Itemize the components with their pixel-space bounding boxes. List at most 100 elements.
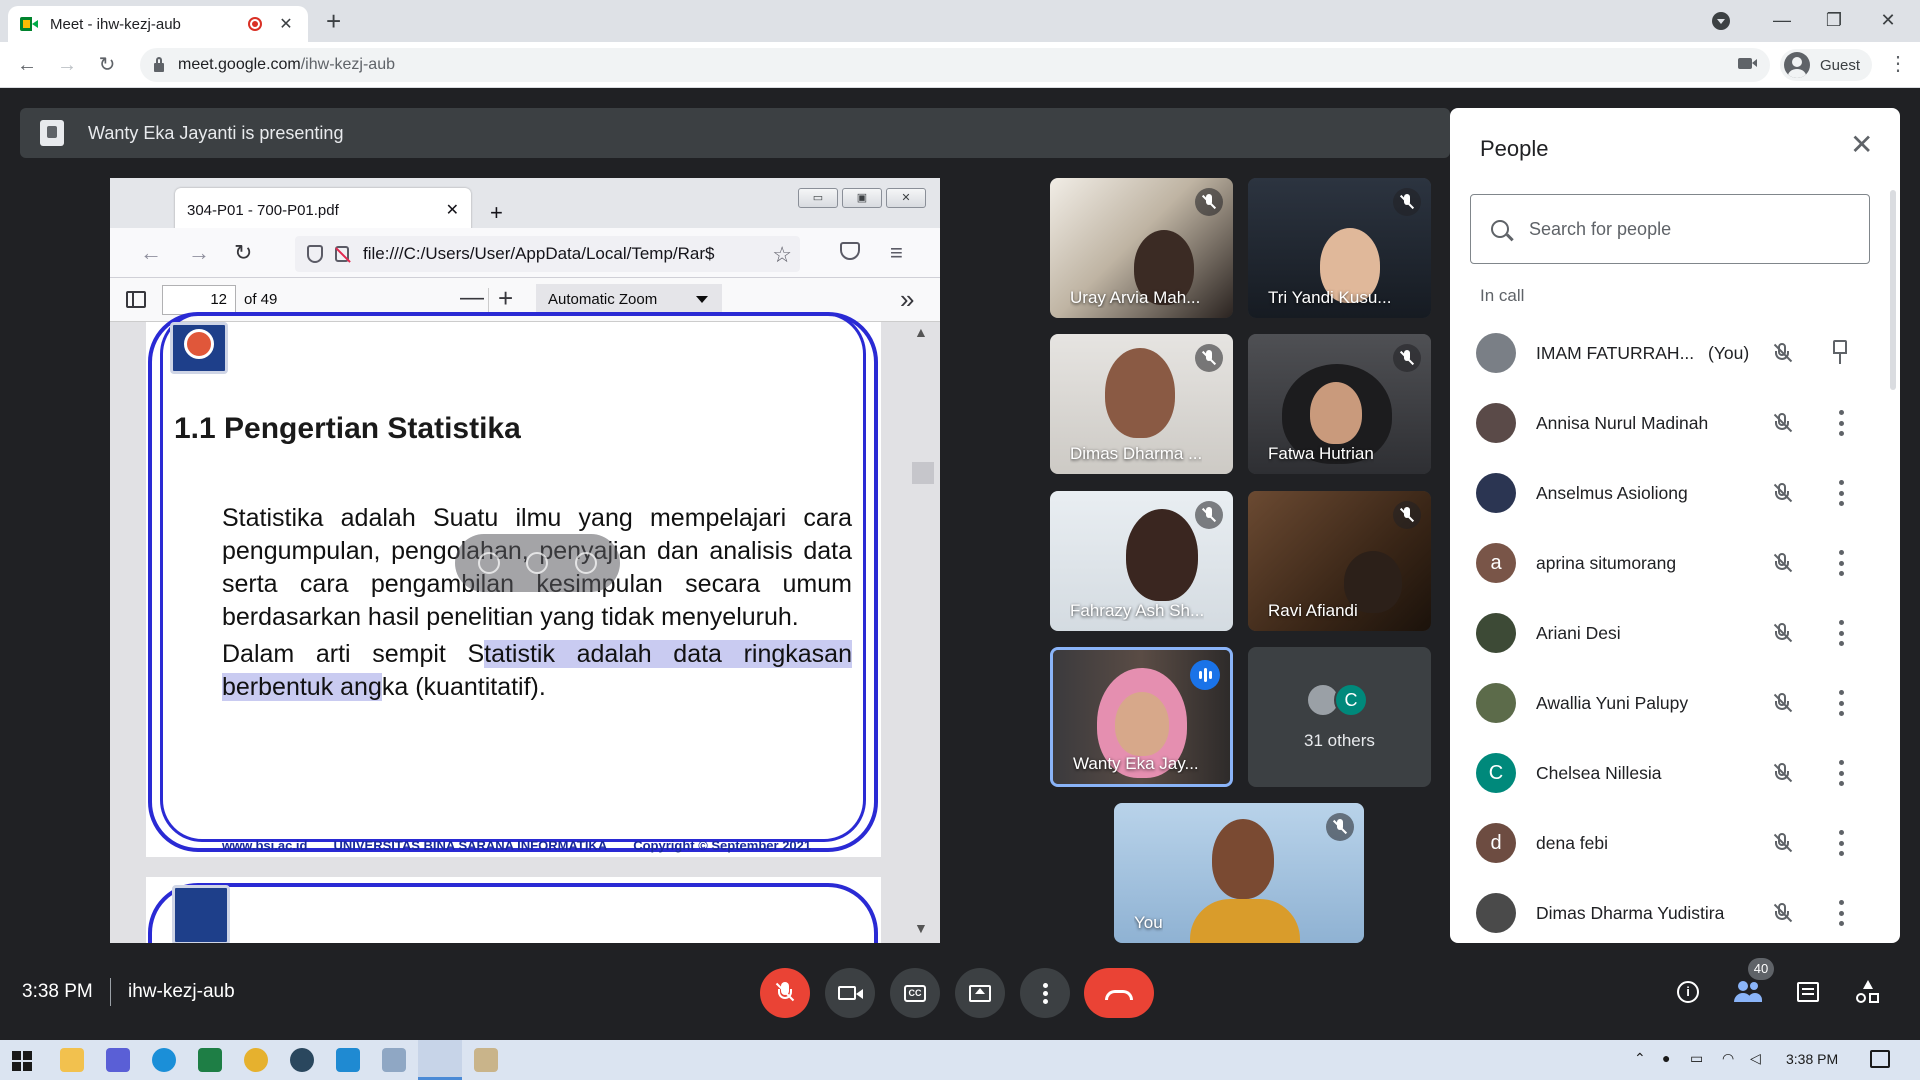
- back-button[interactable]: ←: [12, 50, 42, 80]
- scroll-thumb: [912, 462, 934, 484]
- more-options-icon[interactable]: [1838, 480, 1844, 506]
- list-item[interactable]: IMAM FATURRAH... (You): [1450, 318, 1890, 388]
- minimize-button[interactable]: —: [1767, 6, 1797, 34]
- list-item[interactable]: Anselmus Asioliong: [1450, 458, 1890, 528]
- meeting-details-button[interactable]: i: [1670, 974, 1706, 1010]
- tray-chevron-icon[interactable]: ⌃: [1634, 1050, 1646, 1067]
- overlay-mic-icon[interactable]: [478, 552, 501, 574]
- app-icon-3[interactable]: [474, 1048, 498, 1072]
- file-explorer-icon[interactable]: [60, 1048, 84, 1072]
- list-item[interactable]: a aprina situmorang: [1450, 528, 1890, 598]
- chrome-icon[interactable]: [244, 1048, 268, 1072]
- browser-tab-meet[interactable]: Meet - ihw-kezj-aub ✕: [8, 6, 308, 42]
- profile-button[interactable]: Guest: [1780, 49, 1872, 81]
- self-tile[interactable]: You: [1114, 803, 1364, 943]
- overlay-volume-icon[interactable]: [526, 552, 549, 574]
- restore-button[interactable]: ❐: [1819, 6, 1849, 34]
- search-people-input[interactable]: [1529, 218, 1849, 240]
- tray-mic-icon[interactable]: ●: [1662, 1050, 1670, 1066]
- list-item[interactable]: Awallia Yuni Palupy: [1450, 668, 1890, 738]
- close-people-panel-button[interactable]: ✕: [1850, 130, 1873, 160]
- more-options-icon[interactable]: [1838, 410, 1844, 436]
- muted-mic-icon: [1326, 813, 1354, 841]
- more-options-icon[interactable]: [1838, 620, 1844, 646]
- list-item[interactable]: C Chelsea Nillesia: [1450, 738, 1890, 808]
- participant-tile[interactable]: Fahrazy Ash Sh...: [1050, 491, 1233, 631]
- participant-tile[interactable]: Tri Yandi Kusu...: [1248, 178, 1431, 318]
- leave-call-button[interactable]: [1084, 968, 1154, 1018]
- windows-start-icon[interactable]: [12, 1051, 32, 1071]
- vscode-icon[interactable]: [336, 1048, 360, 1072]
- others-tile[interactable]: C 31 others: [1248, 647, 1431, 787]
- address-bar[interactable]: meet.google.com/ihw-kezj-aub: [140, 48, 1770, 82]
- camera-toggle-button[interactable]: [825, 968, 875, 1018]
- participant-tile[interactable]: Dimas Dharma ...: [1050, 334, 1233, 474]
- more-options-icon[interactable]: [1838, 830, 1844, 856]
- people-panel-scrollbar[interactable]: [1890, 190, 1896, 390]
- participant-tile[interactable]: Uray Arvia Mah...: [1050, 178, 1233, 318]
- muted-mic-icon: [1770, 761, 1794, 785]
- app-icon[interactable]: [106, 1048, 130, 1072]
- chat-button[interactable]: [1790, 974, 1826, 1010]
- notification-center-icon[interactable]: [1870, 1050, 1890, 1068]
- edge-icon[interactable]: [152, 1048, 176, 1072]
- presenter-avatar-icon: [40, 120, 64, 146]
- chrome-active-icon[interactable]: [418, 1040, 462, 1080]
- forward-button[interactable]: →: [52, 50, 82, 80]
- tab-search-icon[interactable]: [1712, 12, 1730, 30]
- presentation-overlay-controls[interactable]: [455, 534, 620, 592]
- participant-face: [1126, 509, 1198, 601]
- page-number-field: 12: [162, 285, 236, 315]
- lock-icon[interactable]: [154, 57, 164, 72]
- list-item[interactable]: Annisa Nurul Madinah: [1450, 388, 1890, 458]
- tile-name: Fahrazy Ash Sh...: [1070, 601, 1205, 620]
- sidebar-toggle-icon: [126, 291, 146, 308]
- shared-url-bar: file:///C:/Users/User/AppData/Local/Temp…: [295, 236, 800, 272]
- more-options-icon[interactable]: [1838, 550, 1844, 576]
- new-tab-button[interactable]: +: [326, 6, 341, 36]
- url-path: /ihw-kezj-aub: [300, 56, 395, 73]
- steam-icon[interactable]: [290, 1048, 314, 1072]
- bottom-divider: [110, 978, 111, 1006]
- shared-maximize-icon: ▣: [842, 188, 882, 208]
- browser-menu-icon[interactable]: ⋮: [1888, 54, 1908, 74]
- more-options-icon[interactable]: [1838, 760, 1844, 786]
- excel-icon[interactable]: [198, 1048, 222, 1072]
- more-options-icon[interactable]: [1838, 690, 1844, 716]
- tray-battery-icon[interactable]: ▭: [1690, 1050, 1703, 1067]
- list-item[interactable]: d dena febi: [1450, 808, 1890, 878]
- pin-icon[interactable]: [1830, 340, 1850, 366]
- tab-close-icon[interactable]: ✕: [276, 14, 296, 34]
- tray-volume-icon[interactable]: ◁: [1750, 1050, 1761, 1067]
- captions-button[interactable]: CC: [890, 968, 940, 1018]
- overlay-remove-icon[interactable]: [574, 552, 597, 574]
- shared-screen: 304-P01 - 700-P01.pdf ✕ + ▭ ▣ ✕ ← → ↻ fi…: [110, 178, 940, 943]
- more-options-button[interactable]: [1020, 968, 1070, 1018]
- tray-wifi-icon[interactable]: ◠: [1722, 1050, 1734, 1067]
- list-item[interactable]: Dimas Dharma Yudistira: [1450, 878, 1890, 943]
- present-now-button[interactable]: [955, 968, 1005, 1018]
- people-icon: [1734, 981, 1762, 1003]
- participant-tile-speaking[interactable]: Wanty Eka Jay...: [1050, 647, 1233, 787]
- people-search-box[interactable]: [1470, 194, 1870, 264]
- microphone-toggle-button[interactable]: [760, 968, 810, 1018]
- others-label: 31 others: [1304, 731, 1375, 750]
- participant-face: [1105, 348, 1175, 438]
- more-options-icon[interactable]: [1838, 900, 1844, 926]
- shared-forward-icon: →: [188, 240, 210, 265]
- slide-heading: 1.1 Pengertian Statistika: [174, 412, 521, 445]
- taskbar-clock[interactable]: 3:38 PM: [1786, 1051, 1838, 1067]
- people-panel: People ✕ In call IMAM FATURRAH... (You) …: [1450, 108, 1900, 943]
- participant-tile[interactable]: Ravi Afiandi: [1248, 491, 1431, 631]
- muted-mic-icon: [1770, 621, 1794, 645]
- footer-university: UNIVERSITAS BINA SARANA INFORMATIKA: [333, 838, 608, 853]
- person-name: Anselmus Asioliong: [1536, 482, 1688, 503]
- camera-in-use-icon[interactable]: [1738, 58, 1757, 69]
- participant-tile[interactable]: Fatwa Hutrian: [1248, 334, 1431, 474]
- people-title: People: [1480, 136, 1549, 161]
- app-icon-2[interactable]: [382, 1048, 406, 1072]
- reload-button[interactable]: ↻: [92, 50, 122, 80]
- window-close-button[interactable]: ✕: [1873, 6, 1903, 34]
- list-item[interactable]: Ariani Desi: [1450, 598, 1890, 668]
- activities-button[interactable]: [1850, 974, 1886, 1010]
